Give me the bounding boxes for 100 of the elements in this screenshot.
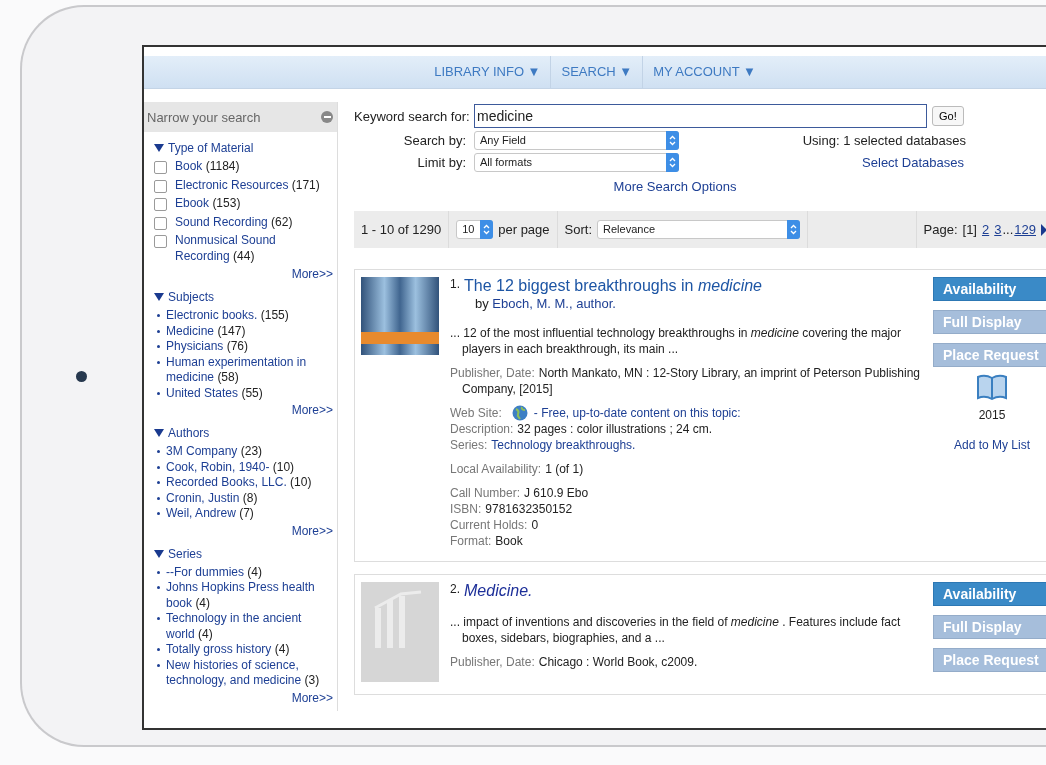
next-page-icon[interactable] — [1041, 223, 1046, 236]
limit-by-label: Limit by: — [416, 154, 466, 170]
facet-link[interactable]: Ebook (153) — [175, 196, 333, 212]
checkbox[interactable] — [154, 198, 167, 211]
nav-menu-item[interactable]: MY ACCOUNT ▼ — [642, 56, 766, 88]
checkbox[interactable] — [154, 179, 167, 193]
cover-photo-placeholder[interactable] — [361, 277, 439, 355]
result-title-link[interactable]: The 12 biggest breakthroughs in medicine — [464, 277, 762, 295]
bullet-icon — [157, 570, 160, 574]
bullet-icon — [157, 391, 160, 395]
facet-link[interactable]: Medicine (147) — [166, 323, 333, 339]
nav-menu-item[interactable]: LIBRARY INFO ▼ — [424, 56, 551, 88]
web-site-link[interactable]: - Free, up-to-date content on this topic: — [533, 406, 741, 420]
result-title-link[interactable]: Medicine. — [464, 582, 533, 600]
bullet-icon — [157, 648, 160, 651]
page-link[interactable]: [1] — [962, 222, 977, 237]
more-link[interactable]: More>> — [291, 690, 333, 705]
open-book-icon — [976, 374, 1008, 400]
facet-link[interactable]: Johns Hopkins Press health book (4) — [166, 580, 333, 611]
per-page-label: per page — [498, 222, 550, 237]
field-label: Web Site: — [450, 406, 502, 420]
facet-link[interactable]: Recorded Books, LLC. (10) — [166, 475, 333, 491]
more-link[interactable]: More>> — [291, 523, 333, 538]
facet-link[interactable]: Nonmusical Sound Recording (44) — [175, 233, 333, 264]
facet-heading[interactable]: Series — [168, 546, 202, 561]
search-by-label: Search by: — [402, 132, 466, 148]
metadata-field: Local Availability: 1 (of 1) — [450, 461, 920, 477]
action-button[interactable]: Availability — [933, 277, 1046, 301]
per-page-dropdown[interactable]: 10 — [456, 220, 494, 239]
checkbox[interactable] — [154, 235, 167, 248]
metadata-field: Publisher, Date: North Mankato, MN : 12-Story Library, an imprint of Peterson Publishing Company, [2015] — [450, 365, 920, 397]
nav-menu-item[interactable]: SEARCH ▼ — [550, 56, 643, 88]
bullet-icon — [157, 512, 160, 515]
expand-triangle-icon[interactable] — [154, 144, 164, 152]
facet-link[interactable]: 3M Company (23) — [166, 444, 333, 460]
facet-link[interactable]: Book (1184) — [175, 159, 333, 175]
camera-icon — [75, 370, 87, 382]
databases-info: Using: 1 selected databases — [802, 132, 966, 148]
facet-link[interactable]: Human experimentation in medicine (58) — [166, 354, 333, 386]
expand-triangle-icon[interactable] — [154, 549, 164, 558]
facet-link[interactable]: Cook, Robin, 1940- (10) — [166, 459, 333, 475]
page-link[interactable]: 3 — [994, 222, 1002, 237]
facet-link[interactable]: Electronic books. (155) — [166, 308, 333, 324]
spinner-icon — [669, 134, 676, 146]
publication-year: 2015 — [978, 408, 1006, 422]
sort-dropdown[interactable]: Relevance — [597, 220, 801, 239]
more-link[interactable]: More>> — [291, 403, 333, 417]
action-button[interactable]: Availability — [933, 582, 1046, 606]
facet-link[interactable]: United States (55) — [166, 385, 333, 401]
select-databases-link[interactable]: Select Databases — [862, 154, 964, 170]
bullet-icon — [157, 345, 160, 348]
globe-icon[interactable] — [511, 405, 528, 421]
bullet-icon — [157, 450, 160, 453]
page-link[interactable]: 2 — [982, 222, 990, 237]
result-snippet: ... impact of inventions and discoveries in the field of medicine . Features include fact boxes, sidebars, biographies, and a ... — [450, 614, 902, 646]
facet-link[interactable]: Technology in the ancient world (4) — [166, 611, 333, 642]
add-to-list-link[interactable]: Add to My List — [954, 438, 1030, 452]
collapse-icon[interactable] — [321, 111, 333, 123]
expand-triangle-icon[interactable] — [154, 429, 164, 437]
bullet-icon — [157, 617, 160, 620]
spinner-icon — [790, 224, 798, 235]
result-snippet: ... 12 of the most influential technology breakthroughs in medicine covering the major players in each breakthrough, its main ... — [450, 325, 902, 357]
bullet-icon — [157, 360, 160, 364]
go-button[interactable]: Go! — [932, 106, 964, 126]
keyword-search-field[interactable]: medicine — [474, 104, 927, 128]
more-link[interactable]: More>> — [291, 267, 333, 281]
facet-link[interactable]: Cronin, Justin (8) — [166, 490, 333, 506]
facet-heading[interactable]: Authors — [168, 426, 210, 440]
spinner-icon — [669, 156, 676, 168]
metadata-field: Description: 32 pages : color illustrations ; 24 cm. — [450, 421, 920, 437]
metadata-field: Call Number: J 610.9 Ebo — [450, 485, 920, 501]
search-by-dropdown[interactable]: Any Field — [474, 130, 679, 150]
spinner-icon — [483, 224, 491, 235]
checkbox[interactable] — [154, 216, 167, 230]
facet-link[interactable]: Physicians (76) — [166, 339, 333, 355]
sidebar-title: Narrow your search — [147, 109, 261, 125]
metadata-field: Publisher, Date: Chicago : World Book, c2009. — [450, 654, 920, 670]
facet-link[interactable]: --For dummies (4) — [166, 564, 333, 580]
page-label: Page: — [923, 222, 958, 237]
facet-link[interactable]: New histories of science, technology, and medicine (3) — [166, 657, 333, 689]
bullet-icon — [157, 465, 160, 469]
bullet-icon — [157, 586, 160, 589]
result-number: 1. — [450, 277, 460, 291]
checkbox[interactable] — [154, 161, 167, 174]
facet-link[interactable]: Weil, Andrew (7) — [166, 506, 333, 522]
field-link[interactable]: Technology breakthroughs. — [491, 438, 636, 452]
facet-heading[interactable]: Subjects — [168, 290, 215, 304]
field-label: Series: — [450, 438, 488, 452]
page-ellipsis: ... — [1002, 222, 1014, 237]
more-search-options-link[interactable]: More Search Options — [613, 178, 737, 194]
facet-link[interactable]: Totally gross history (4) — [166, 642, 333, 658]
bullet-icon — [157, 481, 160, 484]
facet-link[interactable]: Sound Recording (62) — [175, 214, 333, 230]
page-link[interactable]: 129 — [1014, 222, 1036, 237]
author-link[interactable]: Eboch, M. M., author. — [492, 296, 616, 311]
facet-heading[interactable]: Type of Material — [168, 141, 254, 155]
expand-triangle-icon[interactable] — [154, 293, 164, 301]
author-prefix: by — [475, 296, 489, 311]
limit-by-dropdown[interactable]: All formats — [474, 152, 679, 172]
facet-link[interactable]: Electronic Resources (171) — [175, 177, 333, 193]
